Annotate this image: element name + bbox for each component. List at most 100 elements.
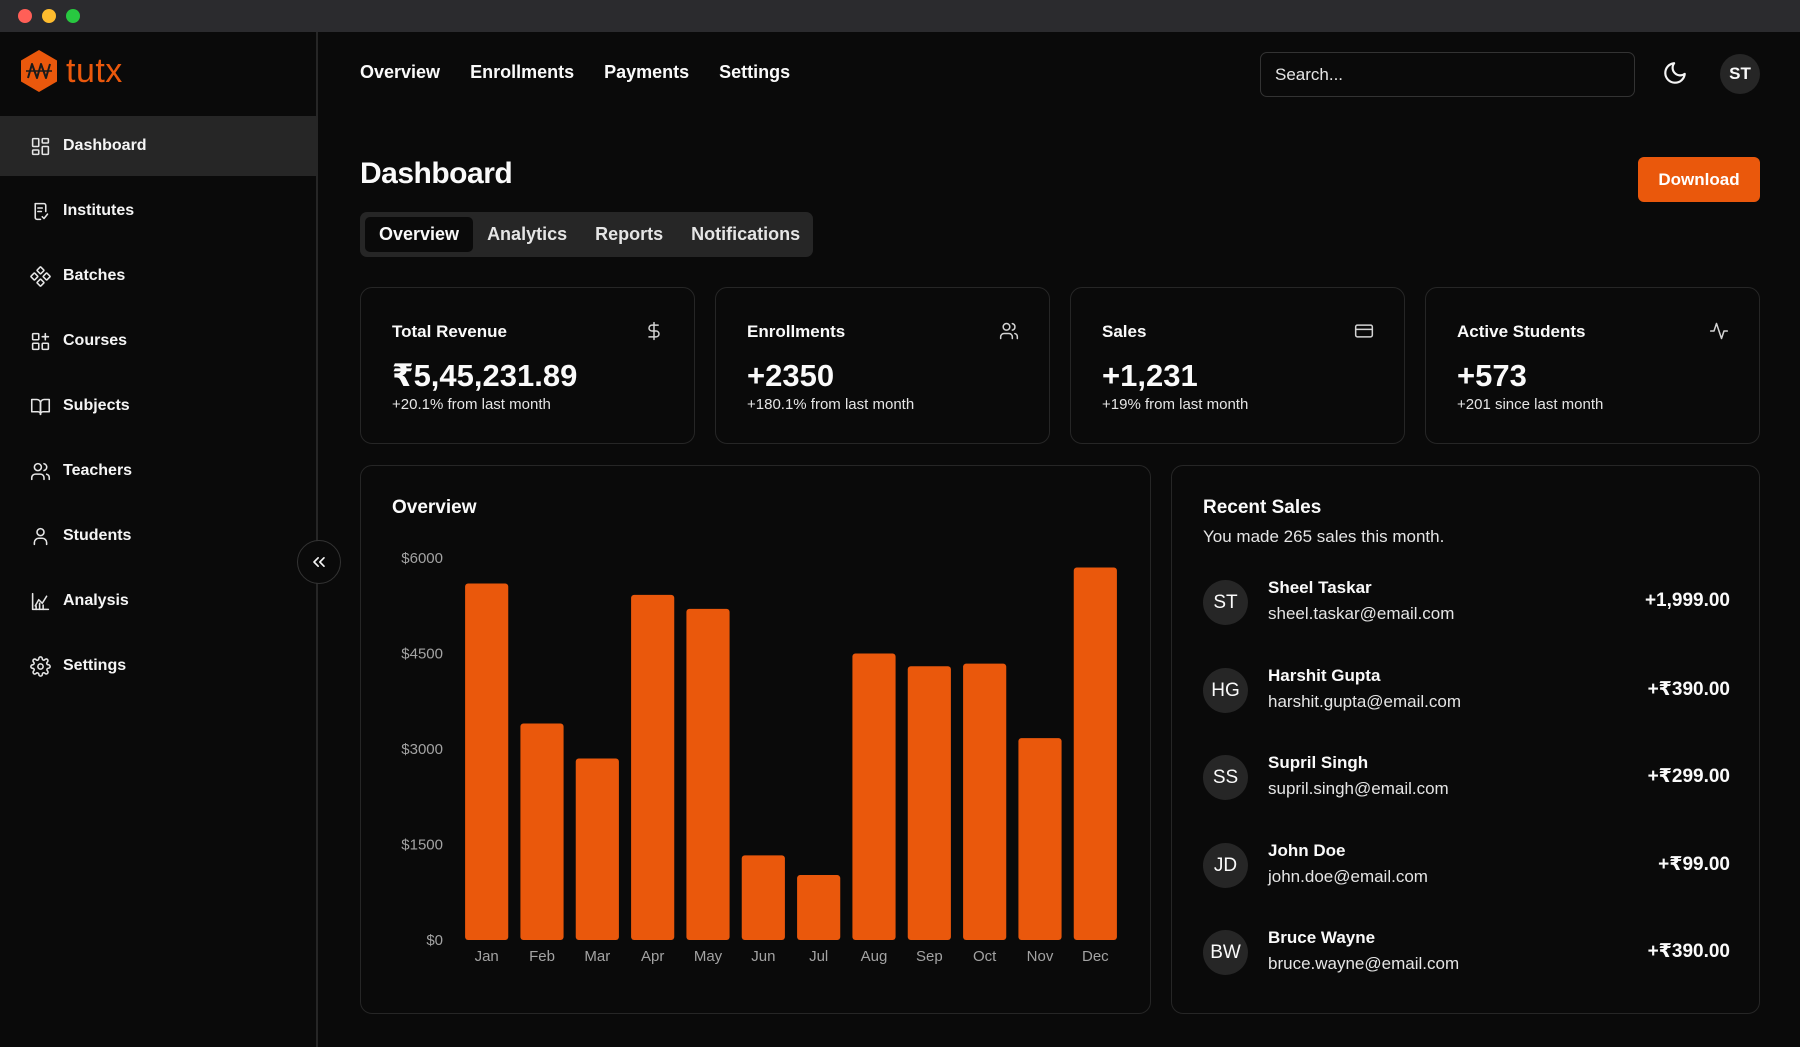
dollar-icon (644, 321, 664, 346)
customer-name: Supril Singh (1268, 753, 1369, 772)
chevrons-left-icon (313, 557, 325, 567)
search-input[interactable] (1260, 52, 1635, 97)
sale-row[interactable]: SS Supril Singh supril.singh@email.com +… (1203, 753, 1730, 801)
sidebar-item-label: Subjects (63, 397, 130, 414)
sale-row[interactable]: HG Harshit Gupta harshit.gupta@email.com… (1203, 666, 1730, 714)
theme-toggle-button[interactable] (1662, 60, 1690, 88)
bar-dec[interactable] (1073, 567, 1117, 940)
sale-row[interactable]: JD John Doe john.doe@email.com +₹99.00 (1203, 841, 1730, 889)
minimize-window-button[interactable] (42, 9, 56, 23)
customer-name: Harshit Gupta (1268, 666, 1381, 685)
top-nav-payments[interactable]: Payments (604, 62, 689, 83)
top-nav-settings[interactable]: Settings (719, 62, 790, 83)
top-nav: Overview Enrollments Payments Settings (360, 62, 790, 83)
sidebar-item-label: Teachers (63, 462, 133, 479)
stat-label: Enrollments (747, 322, 846, 341)
sidebar-nav: Dashboard Institutes Batches Courses Sub… (0, 116, 316, 701)
tab-reports[interactable]: Reports (581, 217, 677, 252)
stat-value: ₹5,45,231.89 (392, 358, 578, 393)
sale-amount: +₹390.00 (1647, 679, 1730, 700)
avatar: JD (1203, 843, 1248, 888)
overview-bar-chart: $0 $1500 $3000 $4500 $6000 Jan Feb Mar Apr May Jun… (401, 550, 1117, 965)
collapse-sidebar-button[interactable] (297, 540, 341, 584)
x-tick-label: Feb (529, 948, 555, 965)
top-nav-enrollments[interactable]: Enrollments (470, 62, 574, 83)
x-tick-label: Aug (861, 948, 888, 965)
sidebar: tutx Dashboard Institutes Batches Course… (0, 32, 318, 1047)
bar-feb[interactable] (520, 723, 564, 940)
sidebar-item-analysis[interactable]: Analysis (0, 571, 316, 631)
bar-sep[interactable] (907, 666, 951, 940)
bar-oct[interactable] (963, 663, 1007, 940)
x-tick-label: May (694, 948, 723, 965)
app-logo[interactable]: tutx (18, 46, 123, 96)
customer-name: Bruce Wayne (1268, 928, 1376, 947)
customer-name: John Doe (1268, 841, 1346, 860)
x-tick-label: Apr (641, 948, 664, 965)
bar-jun[interactable] (741, 855, 785, 940)
dashboard-icon (31, 137, 50, 155)
bar-mar[interactable] (575, 758, 619, 940)
sidebar-item-subjects[interactable]: Subjects (0, 376, 316, 436)
close-window-button[interactable] (18, 9, 32, 23)
x-tick-label: Sep (916, 948, 943, 965)
customer-email: john.doe@email.com (1268, 867, 1428, 886)
x-tick-label: Oct (973, 948, 997, 965)
tab-notifications[interactable]: Notifications (677, 217, 814, 252)
overview-chart-card: Overview $0 $1500 $3000 $4500 $6000 Jan Feb Mar… (360, 465, 1151, 1014)
customer-name: Sheel Taskar (1268, 578, 1372, 597)
stat-value: +573 (1457, 358, 1527, 393)
user-avatar[interactable]: ST (1720, 54, 1760, 94)
gear-icon (30, 655, 51, 677)
institutes-icon (34, 202, 49, 220)
sale-row[interactable]: BW Bruce Wayne bruce.wayne@email.com +₹3… (1203, 928, 1730, 976)
x-tick-label: Jan (475, 948, 499, 965)
stat-label: Total Revenue (392, 322, 507, 341)
sidebar-item-label: Analysis (63, 592, 129, 609)
bar-apr[interactable] (631, 594, 675, 940)
credit-card-icon (1354, 321, 1374, 346)
bar-jul[interactable] (797, 875, 841, 940)
customer-email: bruce.wayne@email.com (1268, 954, 1460, 973)
stat-card-sales: Sales +1,231 +19% from last month (1070, 287, 1405, 444)
sidebar-item-teachers[interactable]: Teachers (0, 441, 316, 501)
bar-aug[interactable] (852, 653, 896, 941)
customer-email: supril.singh@email.com (1268, 779, 1449, 798)
sidebar-item-students[interactable]: Students (0, 506, 316, 566)
y-tick-label: $1500 (401, 837, 443, 854)
sale-amount: +1,999.00 (1644, 590, 1730, 611)
sidebar-item-label: Students (63, 527, 132, 544)
recent-sales-title: Recent Sales (1203, 497, 1322, 518)
maximize-window-button[interactable] (66, 9, 80, 23)
sale-row[interactable]: ST Sheel Taskar sheel.taskar@email.com +… (1203, 578, 1730, 626)
sidebar-item-dashboard[interactable]: Dashboard (0, 116, 316, 176)
courses-icon (31, 332, 50, 350)
sidebar-item-label: Batches (63, 267, 126, 284)
stat-card-total-revenue: Total Revenue ₹5,45,231.89 +20.1% from l… (360, 287, 695, 444)
stat-change: +19% from last month (1102, 396, 1249, 413)
stat-label: Sales (1102, 322, 1147, 341)
bar-nov[interactable] (1018, 738, 1062, 940)
stat-change: +20.1% from last month (392, 396, 551, 413)
activity-icon (1709, 321, 1729, 346)
chart-icon (31, 592, 50, 610)
page-title: Dashboard (360, 157, 513, 190)
tab-overview[interactable]: Overview (365, 217, 474, 252)
book-icon (30, 398, 51, 415)
bar-jan[interactable] (465, 583, 509, 940)
sidebar-item-batches[interactable]: Batches (0, 246, 316, 306)
sidebar-item-settings[interactable]: Settings (0, 636, 316, 696)
tab-list: Overview Analytics Reports Notifications (360, 212, 813, 257)
x-tick-label: Jul (809, 948, 828, 965)
download-button[interactable]: Download (1638, 157, 1760, 202)
sidebar-item-courses[interactable]: Courses (0, 311, 316, 371)
tab-analytics[interactable]: Analytics (473, 217, 581, 252)
logo-icon (21, 50, 57, 92)
x-tick-label: Mar (584, 948, 610, 965)
users-icon (999, 321, 1019, 346)
stat-value: +1,231 (1102, 358, 1198, 393)
sidebar-item-label: Courses (63, 332, 128, 349)
top-nav-overview[interactable]: Overview (360, 62, 440, 83)
bar-may[interactable] (686, 608, 730, 940)
sidebar-item-institutes[interactable]: Institutes (0, 181, 316, 241)
